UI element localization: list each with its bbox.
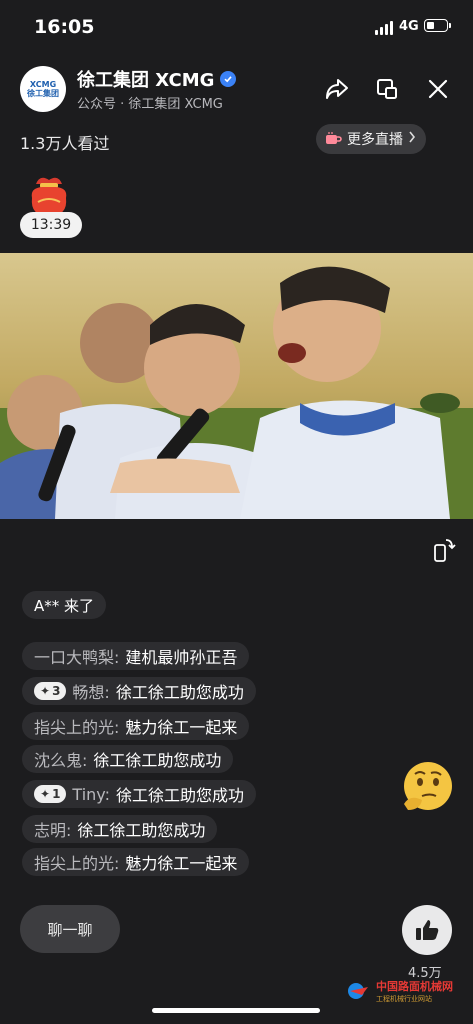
chat-message: 一口大鸭梨: 建机最帅孙正吾 [22, 642, 250, 670]
account-name-label: 徐工集团 XCMG [77, 70, 215, 91]
chat-message: 指尖上的光: 魅力徐工一起来 [22, 848, 250, 876]
chat-user: 畅想: [72, 683, 110, 702]
rotate-screen-icon[interactable] [432, 537, 456, 563]
watermark-subtitle: 工程机械行业网站 [376, 995, 432, 1003]
plus-icon: ✦ [40, 684, 51, 698]
chat-user: 指尖上的光: [34, 718, 120, 737]
chat-text: 建机最帅孙正吾 [125, 648, 238, 667]
chat-user: 志明: [34, 821, 72, 840]
chat-message: ✦ 3 畅想: 徐工徐工助您成功 [22, 677, 256, 705]
network-type: 4G [399, 19, 419, 34]
thinking-emoji-icon[interactable] [400, 760, 456, 814]
logo-text-bottom: 徐工集团 [27, 89, 59, 98]
chat-text: 魅力徐工一起来 [125, 718, 238, 737]
account-subtitle: 公众号 · 徐工集团 XCMG [77, 97, 223, 112]
repeat-count: 1 [52, 787, 61, 801]
logo-text-top: XCMG [29, 80, 57, 89]
account-avatar[interactable]: XCMG 徐工集团 [20, 66, 66, 112]
home-indicator[interactable] [152, 1008, 320, 1013]
live-video[interactable] [0, 253, 473, 519]
watermark-logo-icon [348, 983, 368, 999]
repeat-badge: ✦ 3 [34, 682, 67, 700]
chat-message: 志明: 徐工徐工助您成功 [22, 815, 218, 843]
status-time: 16:05 [34, 16, 95, 38]
chat-text: 徐工徐工助您成功 [115, 786, 244, 805]
chat-user: 沈么鬼: [34, 751, 88, 770]
chat-text: 徐工徐工助您成功 [77, 821, 206, 840]
chat-user: Tiny: [72, 784, 110, 804]
chat-user: 指尖上的光: [34, 854, 120, 873]
chevron-right-icon [408, 131, 416, 147]
chat-input-button[interactable]: 聊一聊 [20, 905, 120, 953]
thumbs-up-icon [416, 920, 439, 940]
cup-icon [324, 132, 342, 146]
share-icon[interactable] [322, 74, 352, 104]
chat-message: 指尖上的光: 魅力徐工一起来 [22, 712, 250, 740]
battery-icon [424, 19, 451, 32]
repeat-badge: ✦ 1 [34, 785, 67, 803]
signal-icon [375, 21, 395, 35]
watermark: 中国路面机械网 工程机械行业网站 [346, 978, 466, 1014]
account-name[interactable]: 徐工集团 XCMG [77, 66, 237, 92]
close-icon[interactable] [423, 74, 453, 104]
more-live-button[interactable]: 更多直播 [316, 124, 426, 154]
view-count: 1.3万人看过 [20, 134, 110, 153]
chat-message: ✦ 1 Tiny: 徐工徐工助您成功 [22, 780, 256, 808]
plus-icon: ✦ [40, 787, 51, 801]
like-button[interactable] [402, 905, 452, 955]
chat-text: 徐工徐工助您成功 [93, 751, 222, 770]
chat-message: 沈么鬼: 徐工徐工助您成功 [22, 745, 234, 773]
repeat-count: 3 [52, 684, 61, 698]
watermark-title: 中国路面机械网 [376, 980, 453, 993]
chat-text: 徐工徐工助您成功 [115, 683, 244, 702]
join-notice: A** 来了 [22, 591, 107, 619]
more-live-label: 更多直播 [347, 132, 403, 148]
float-window-icon[interactable] [372, 74, 402, 104]
verified-icon [220, 71, 237, 87]
countdown-timer: 13:39 [20, 212, 82, 238]
chat-text: 魅力徐工一起来 [125, 854, 238, 873]
chat-user: 一口大鸭梨: [34, 648, 120, 667]
